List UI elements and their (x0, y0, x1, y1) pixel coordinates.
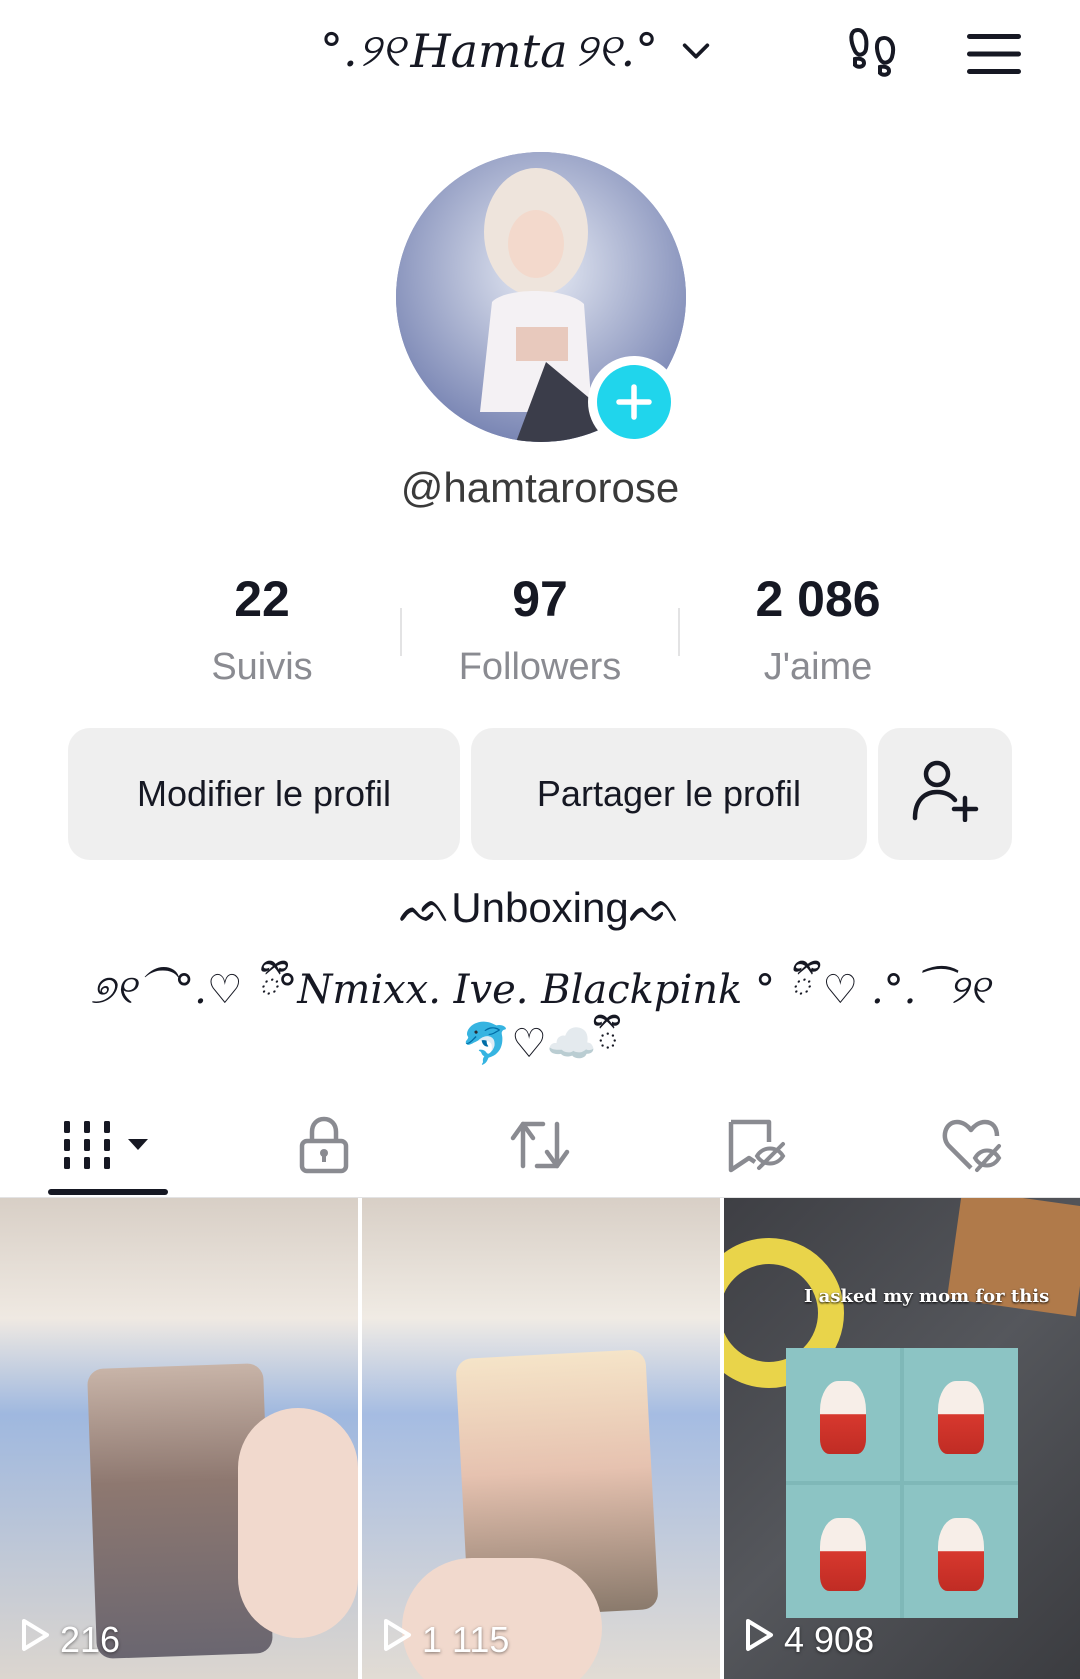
deco-left: °.୨୧ (320, 23, 405, 77)
stats-row: 22 Suivis 97 Followers 2 086 J'aime (0, 570, 1080, 700)
following-count: 22 (234, 571, 290, 627)
likes-label: J'aime (763, 646, 873, 688)
likes-count: 2 086 (755, 571, 881, 627)
video-grid: 216 1 115 I asked my mom for this 4 908 (0, 1198, 1080, 1679)
video-thumbnail[interactable]: I asked my mom for this 4 908 (724, 1198, 1080, 1679)
chevron-down-icon[interactable] (678, 33, 714, 69)
bio-line-3: 🐬♡☁️ྀི (461, 1021, 619, 1067)
lock-icon (297, 1115, 351, 1179)
plus-icon (597, 365, 671, 439)
followers-label: Followers (458, 646, 622, 688)
heart-hidden-icon (941, 1116, 1003, 1178)
bookmark-hidden-icon (725, 1116, 787, 1178)
bio-line-1: ᨒUnboxingᨒ (398, 884, 682, 931)
followers-count: 97 (512, 571, 568, 627)
add-story-button[interactable] (588, 356, 680, 448)
following-stat[interactable]: 22 Suivis (122, 570, 402, 689)
play-icon (744, 1618, 774, 1661)
view-count-text: 1 115 (422, 1618, 510, 1660)
likes-stat[interactable]: 2 086 J'aime (678, 570, 958, 689)
play-icon (20, 1618, 50, 1661)
add-user-icon (911, 758, 979, 831)
view-count: 216 (20, 1618, 120, 1661)
followers-stat[interactable]: 97 Followers (400, 570, 680, 689)
menu-icon[interactable] (962, 22, 1026, 86)
edit-profile-button[interactable]: Modifier le profil (68, 728, 460, 860)
stats-divider (678, 608, 680, 656)
view-count: 1 115 (382, 1618, 509, 1661)
video-thumbnail[interactable]: 1 115 (362, 1198, 720, 1679)
footprints-icon[interactable] (842, 22, 906, 86)
play-icon (382, 1618, 412, 1661)
profile-handle: @hamtarorose (400, 464, 680, 511)
account-switcher[interactable]: °.୨୧ Hamta ୨୧.° (320, 18, 714, 84)
repost-icon (509, 1116, 571, 1178)
view-count: 4 908 (744, 1618, 874, 1661)
favorites-tab[interactable] (648, 1100, 864, 1194)
active-tab-indicator (48, 1189, 168, 1195)
view-count-text: 216 (60, 1618, 121, 1660)
share-profile-button[interactable]: Partager le profil (471, 728, 867, 860)
videos-tab[interactable] (0, 1100, 216, 1194)
display-name: Hamta (410, 24, 568, 78)
profile-header: °.୨୧ Hamta ୨୧.° (0, 0, 1080, 110)
grid-icon (62, 1117, 154, 1177)
private-tab[interactable] (216, 1100, 432, 1194)
video-caption: I asked my mom for this (804, 1286, 1050, 1307)
video-thumbnail[interactable]: 216 (0, 1198, 358, 1679)
add-friends-button[interactable] (878, 728, 1012, 860)
hand (238, 1408, 358, 1638)
deco-right: ୨୧.° (573, 23, 659, 77)
content-tabs (0, 1100, 1080, 1198)
stats-divider (400, 608, 402, 656)
plush-collage (786, 1348, 1018, 1618)
reposts-tab[interactable] (432, 1100, 648, 1194)
following-label: Suivis (211, 646, 313, 688)
liked-tab[interactable] (864, 1100, 1080, 1194)
view-count-text: 4 908 (784, 1618, 875, 1660)
